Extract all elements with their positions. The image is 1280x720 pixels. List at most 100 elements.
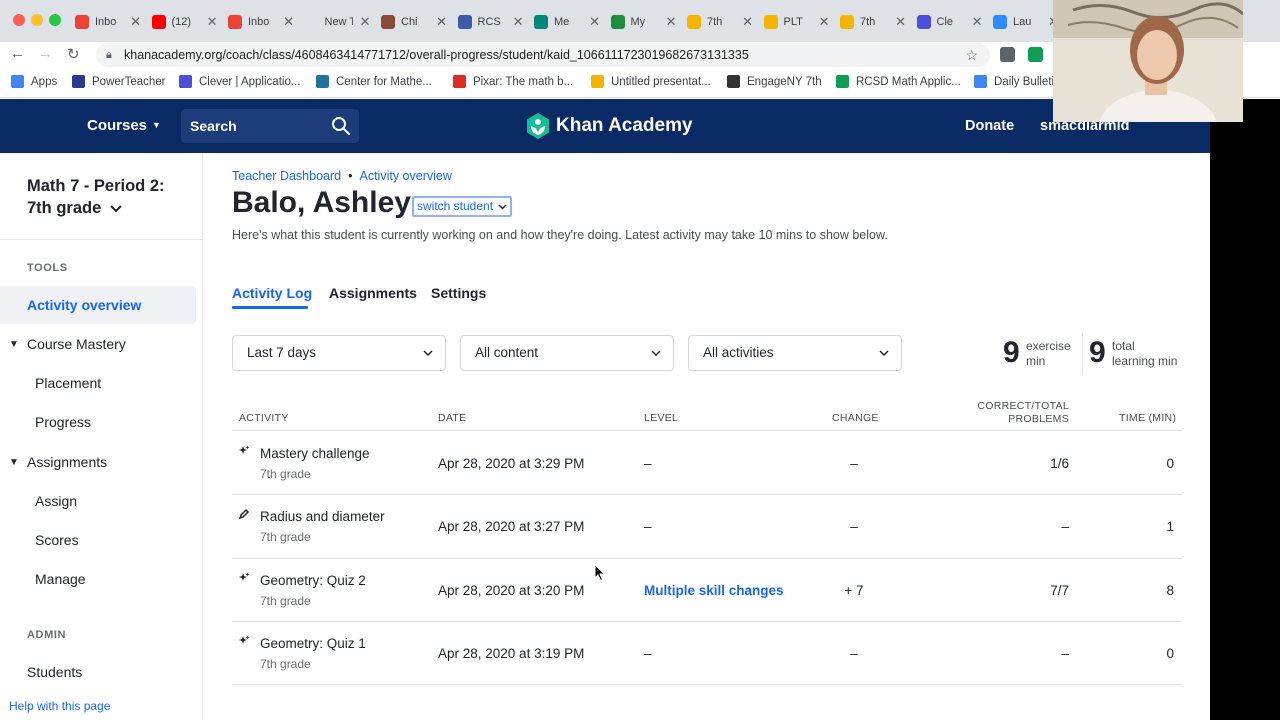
bookmark-item[interactable]: RCSD Math Applic... [836,75,961,88]
switch-student-button[interactable]: switch student [412,196,513,217]
reload-icon[interactable]: ↻ [67,45,80,63]
bookmark-label: Pixar: The math b... [473,75,574,88]
sidebar-item-course-mastery[interactable]: ▼ Course Mastery [0,325,196,363]
bookmark-item[interactable]: Center for Mathe... [316,75,432,88]
tab-title: Inbo [95,16,117,28]
date-range-select[interactable]: Last 7 days [232,335,446,371]
extension-icon[interactable] [1000,47,1015,62]
browser-tab[interactable]: 7th ✕ [687,9,759,35]
window-background [1210,99,1280,720]
search-icon[interactable] [331,116,351,136]
browser-tab[interactable]: (12) ✕ [151,9,224,35]
browser-tab[interactable]: PLT ✕ [763,9,836,35]
maximize-window-button[interactable] [49,14,61,26]
tab-title: Lau [1013,16,1032,28]
learning-minutes-label: total learning min [1112,339,1178,368]
address-bar[interactable]: 🔒︎ khanacademy.org/coach/class/460846341… [96,43,990,67]
bookmark-item[interactable]: Apps [11,75,57,88]
wordpress-icon [316,75,329,88]
sidebar-item-assignments[interactable]: ▼ Assignments [0,443,196,481]
close-tab-icon[interactable]: ✕ [666,14,683,30]
close-tab-icon[interactable]: ✕ [360,14,377,30]
close-tab-icon[interactable]: ✕ [895,14,912,30]
content-filter-select[interactable]: All content [460,335,674,371]
bookmark-item[interactable]: Clever | Applicatio... [179,75,300,88]
divider [232,430,1182,431]
close-tab-icon[interactable]: ✕ [130,14,147,30]
activity-time: 0 [1166,645,1174,661]
browser-tab[interactable]: 7th ✕ [840,9,912,35]
clever-icon [916,15,931,29]
close-tab-icon[interactable]: ✕ [819,14,836,30]
sidebar-item-placement[interactable]: Placement [0,364,196,402]
close-tab-icon[interactable]: ✕ [513,14,530,30]
courses-label: Courses [87,117,148,134]
bookmark-item[interactable]: PowerTeacher [72,75,166,88]
browser-tab[interactable]: My ✕ [610,9,683,35]
close-tab-icon[interactable]: ✕ [436,14,453,30]
sidebar-item-activity-overview[interactable]: Activity overview [0,286,196,324]
khan-academy-logo[interactable]: Khan Academy [526,113,693,139]
extension-icon[interactable] [1028,47,1043,62]
sidebar-item-manage[interactable]: Manage [0,560,196,598]
sidebar-item-label: Students [27,664,83,680]
tab-title: (12) [171,16,192,28]
divider [0,239,202,240]
browser-tab[interactable]: New Ta ✕ [305,9,377,35]
courses-menu-button[interactable]: Courses ▼ [87,117,161,134]
bookmark-item[interactable]: Pixar: The math b... [453,75,573,88]
close-tab-icon[interactable]: ✕ [589,14,606,30]
breadcrumb-activity-overview[interactable]: Activity overview [360,169,452,183]
browser-tab[interactable]: Cle ✕ [916,9,989,35]
tab-title: My [630,16,646,28]
activity-name[interactable]: Geometry: Quiz 1 [260,636,366,651]
activity-correct-total: 1/6 [1050,456,1069,471]
donate-button[interactable]: Donate [965,118,1014,134]
help-link[interactable]: Help with this page [9,699,110,713]
browser-tab[interactable]: Chi ✕ [381,9,453,35]
sidebar-item-progress[interactable]: Progress [0,403,196,441]
back-arrow-icon[interactable]: ← [10,45,25,62]
tab-assignments[interactable]: Assignments [329,285,417,301]
browser-tab[interactable]: Me ✕ [534,9,606,35]
class-switcher[interactable]: Math 7 - Period 2: 7th grade [27,175,187,219]
sidebar-item-students[interactable]: Students [0,653,196,691]
close-window-button[interactable] [13,14,25,26]
bookmark-star-icon[interactable]: ☆ [965,43,978,67]
breadcrumb-teacher-dashboard[interactable]: Teacher Dashboard [232,169,341,183]
minimize-window-button[interactable] [31,14,43,26]
chevron-down-icon[interactable]: ▼ [9,457,19,468]
bookmark-item[interactable]: EngageNY 7th [727,75,822,88]
browser-tab[interactable]: RCS ✕ [457,9,530,35]
tab-settings[interactable]: Settings [431,285,486,301]
close-tab-icon[interactable]: ✕ [972,14,989,30]
close-tab-icon[interactable]: ✕ [283,14,300,30]
level-change-link[interactable]: Multiple skill changes [644,583,784,598]
lock-icon: 🔒︎ [106,49,112,61]
calendar-icon [457,15,472,29]
search-input[interactable]: Search [181,109,359,143]
forward-arrow-icon[interactable]: → [38,45,53,62]
activity-change: – [850,645,858,661]
url-text: khanacademy.org/coach/class/460846341477… [124,48,749,62]
browser-tab[interactable]: Inbo ✕ [75,9,147,35]
activity-name[interactable]: Mastery challenge [260,446,370,461]
bookmark-item[interactable]: Untitled presentat... [591,75,711,88]
chevron-down-icon[interactable]: ▼ [9,339,19,350]
bookmark-item[interactable]: Daily Bulleti [974,75,1054,88]
close-tab-icon[interactable]: ✕ [207,14,224,30]
chevron-down-icon [651,350,661,357]
activity-name[interactable]: Radius and diameter [260,509,385,524]
sidebar-item-scores[interactable]: Scores [0,521,196,559]
close-tab-icon[interactable]: ✕ [742,14,759,30]
sidebar-item-assign[interactable]: Assign [0,482,196,520]
tab-title: RCS [477,16,501,28]
activity-date: Apr 28, 2020 at 3:19 PM [438,645,585,661]
activity-level: – [644,456,652,471]
admin-section-label: ADMIN [27,629,67,641]
tab-activity-log[interactable]: Activity Log [232,285,312,301]
browser-tab[interactable]: Inbo ✕ [228,9,300,35]
exercise-minutes-label: exercise min [1026,339,1071,368]
activity-name[interactable]: Geometry: Quiz 2 [260,573,366,588]
activity-filter-select[interactable]: All activities [688,335,902,371]
